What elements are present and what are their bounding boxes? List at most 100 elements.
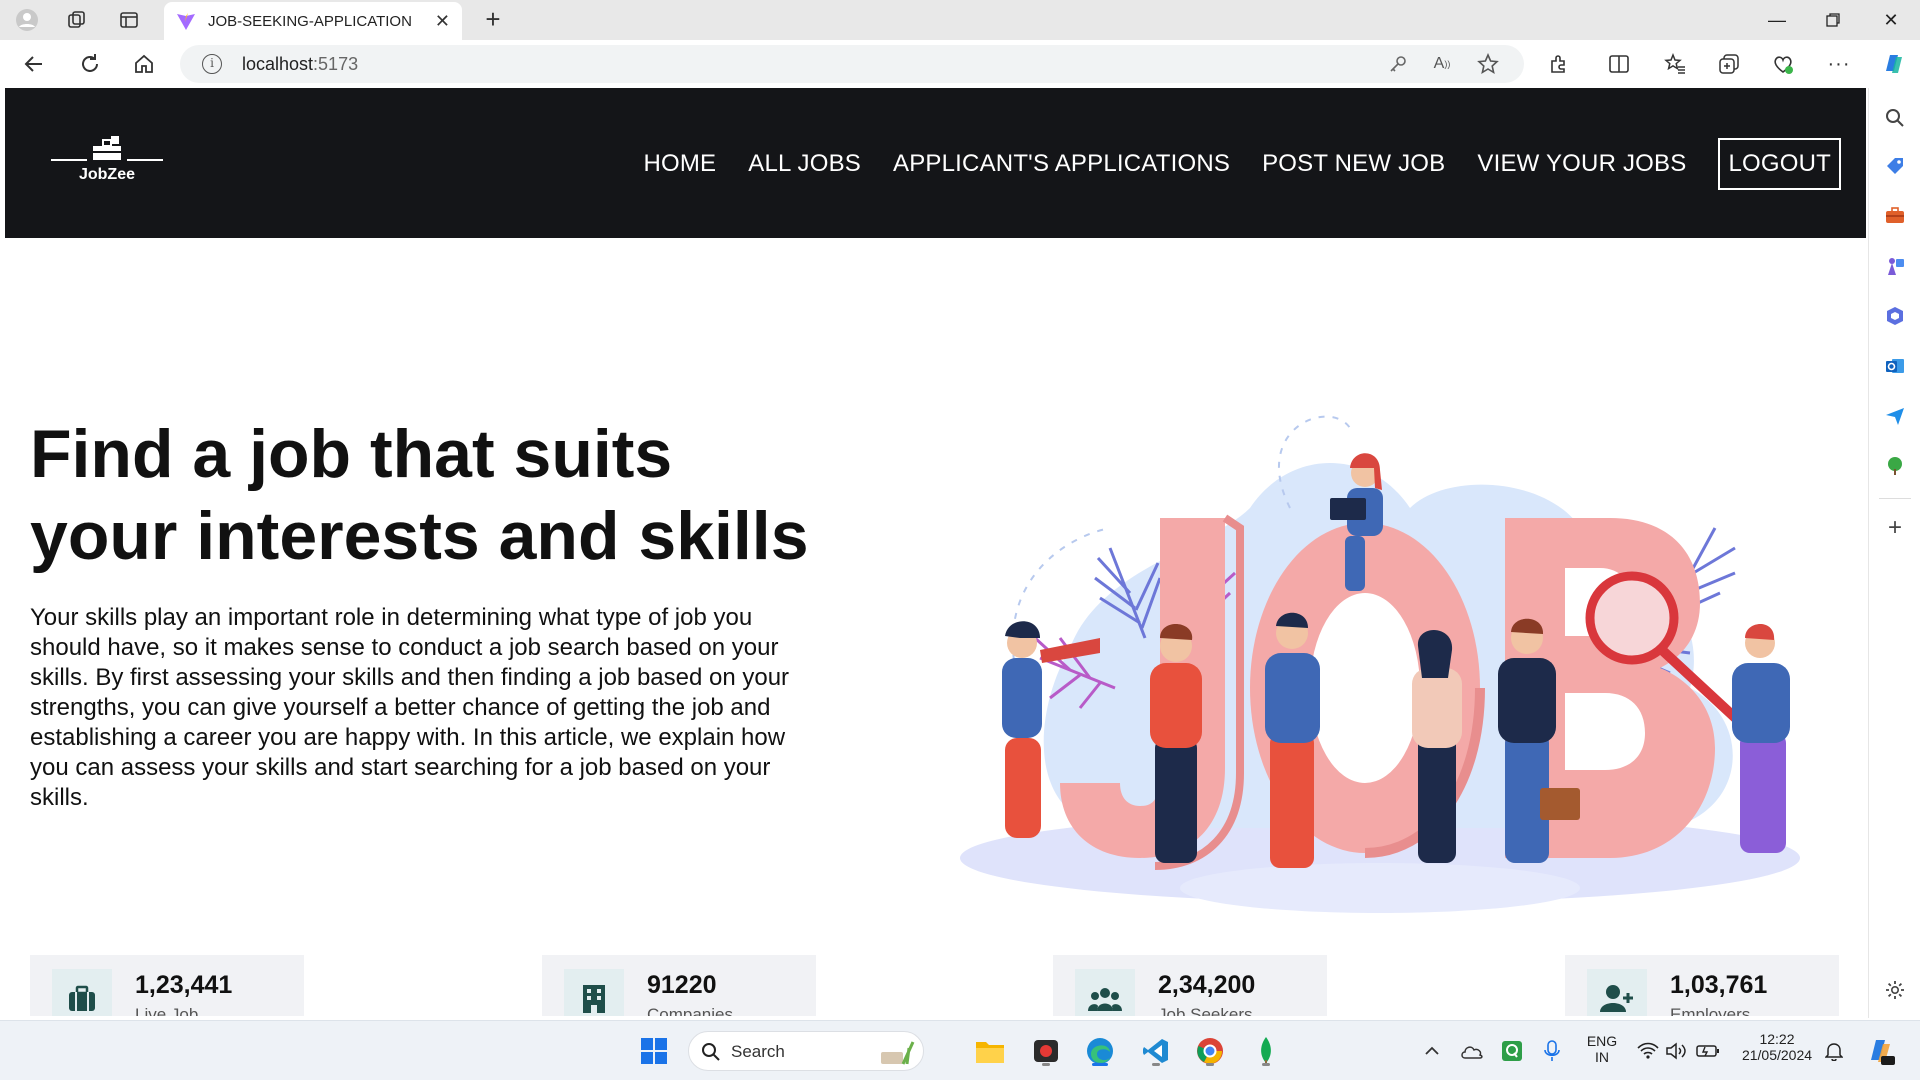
stat-label: Companies — [647, 1005, 733, 1016]
minimize-icon[interactable]: — — [1752, 0, 1802, 40]
browser-essentials-icon[interactable] — [1770, 52, 1796, 76]
onedrive-cloud-icon[interactable] — [1454, 1033, 1490, 1069]
home-icon[interactable] — [126, 48, 162, 80]
nav-link-view-jobs[interactable]: VIEW YOUR JOBS — [1477, 150, 1686, 178]
volume-icon[interactable] — [1658, 1033, 1694, 1069]
stat-value: 91220 — [647, 971, 717, 999]
tab-title: JOB-SEEKING-APPLICATION — [208, 12, 412, 30]
shopping-tag-icon[interactable] — [1883, 154, 1907, 178]
workspaces-icon[interactable] — [62, 6, 92, 34]
hero-title-line2: your interests and skills — [30, 498, 809, 574]
battery-icon[interactable] — [1690, 1033, 1726, 1069]
nav-link-home[interactable]: HOME — [643, 150, 716, 178]
edge-browser-icon[interactable] — [1082, 1033, 1118, 1069]
refresh-icon[interactable] — [72, 48, 108, 80]
jobzee-logo[interactable]: JobZee — [51, 136, 163, 188]
microphone-icon[interactable] — [1534, 1033, 1570, 1069]
stat-card-live-job: 1,23,441 Live Job — [30, 955, 304, 1016]
profile-icon[interactable] — [12, 6, 42, 34]
site-navbar: JobZee HOME ALL JOBS APPLICANT'S APPLICA… — [5, 88, 1866, 238]
split-screen-icon[interactable] — [1606, 52, 1632, 76]
tools-briefcase-icon[interactable] — [1883, 204, 1907, 228]
more-options-icon[interactable]: ··· — [1826, 52, 1852, 76]
file-explorer-icon[interactable] — [972, 1033, 1008, 1069]
hero-title-line1: Find a job that suits — [30, 416, 673, 492]
briefcase-icon — [52, 969, 112, 1016]
address-bar[interactable]: i localhost:5173 A)) — [180, 45, 1524, 83]
read-aloud-icon[interactable]: A)) — [1430, 53, 1454, 75]
microsoft-365-icon[interactable] — [1883, 304, 1907, 328]
search-icon[interactable] — [1883, 106, 1907, 130]
building-icon — [564, 969, 624, 1016]
running-indicator — [1262, 1063, 1270, 1066]
new-tab-icon[interactable]: + — [478, 4, 508, 35]
nav-link-all-jobs[interactable]: ALL JOBS — [748, 150, 861, 178]
running-indicator — [1206, 1063, 1214, 1066]
vite-favicon-icon — [177, 13, 195, 30]
clock[interactable]: 12:22 21/05/2024 — [1734, 1031, 1820, 1063]
stat-card-employers: 1,03,761 Employers — [1565, 955, 1839, 1016]
clock-date: 21/05/2024 — [1741, 1047, 1813, 1063]
show-hidden-icons-chevron-icon[interactable] — [1414, 1033, 1450, 1069]
password-key-icon[interactable] — [1386, 53, 1410, 75]
taskbar-search[interactable]: Search — [688, 1031, 924, 1071]
active-tab[interactable]: JOB-SEEKING-APPLICATION ✕ — [164, 2, 462, 40]
browser-tab-bar: JOB-SEEKING-APPLICATION ✕ + — ✕ — [0, 0, 1920, 40]
hero-title: Find a job that suits your interests and… — [30, 413, 830, 577]
favorites-icon[interactable] — [1662, 52, 1688, 76]
site-info-icon[interactable]: i — [202, 54, 222, 74]
active-indicator — [1092, 1063, 1108, 1066]
edge-sidebar: + — [1868, 88, 1920, 1018]
nav-link-applications[interactable]: APPLICANT'S APPLICATIONS — [893, 150, 1230, 178]
url-text[interactable]: localhost:5173 — [242, 54, 358, 75]
tab-actions-icon[interactable] — [114, 6, 144, 34]
stat-value: 1,23,441 — [135, 971, 233, 999]
games-icon[interactable] — [1883, 254, 1907, 278]
language-indicator[interactable]: ENG IN — [1582, 1033, 1622, 1065]
hero-description: Your skills play an important role in de… — [30, 604, 790, 811]
tree-icon[interactable] — [1883, 454, 1907, 478]
tab-close-icon[interactable]: ✕ — [435, 11, 450, 32]
language-code: ENG — [1586, 1033, 1618, 1049]
running-indicator — [1042, 1063, 1050, 1066]
user-plus-icon — [1587, 969, 1647, 1016]
mongodb-icon[interactable] — [1248, 1033, 1284, 1069]
recorder-app-icon[interactable] — [1028, 1033, 1064, 1069]
running-indicator — [1152, 1063, 1160, 1066]
sidebar-divider — [1879, 498, 1911, 499]
favorite-star-icon[interactable] — [1476, 53, 1500, 75]
chrome-icon[interactable] — [1192, 1033, 1228, 1069]
add-icon[interactable]: + — [1883, 514, 1907, 541]
browser-toolbar: i localhost:5173 A)) ··· — [0, 40, 1920, 88]
restore-icon[interactable] — [1808, 0, 1858, 40]
vscode-icon[interactable] — [1138, 1033, 1174, 1069]
close-window-icon[interactable]: ✕ — [1866, 0, 1916, 40]
job-search-illustration — [960, 415, 1800, 913]
nav-link-post-job[interactable]: POST NEW JOB — [1262, 150, 1445, 178]
search-label: Search — [731, 1042, 785, 1061]
windows-start-icon[interactable] — [636, 1033, 672, 1069]
stat-label: Job Seekers — [1158, 1005, 1253, 1016]
clock-time: 12:22 — [1759, 1031, 1795, 1047]
collections-icon[interactable] — [1716, 52, 1742, 76]
stat-card-job-seekers: 2,34,200 Job Seekers — [1053, 955, 1327, 1016]
send-icon[interactable] — [1883, 404, 1907, 428]
search-highlight-icon — [881, 1041, 915, 1065]
stat-value: 2,34,200 — [1158, 971, 1256, 999]
notification-bell-icon[interactable] — [1816, 1033, 1852, 1069]
users-icon — [1075, 969, 1135, 1016]
copilot-taskbar-icon[interactable] — [1862, 1033, 1898, 1069]
nav-links: HOME ALL JOBS APPLICANT'S APPLICATIONS P… — [643, 138, 1841, 190]
outlook-icon[interactable] — [1883, 354, 1907, 378]
copilot-icon[interactable] — [1880, 52, 1906, 76]
logo-text: JobZee — [78, 166, 135, 183]
logout-button[interactable]: LOGOUT — [1718, 138, 1841, 190]
region-code: IN — [1595, 1049, 1609, 1065]
back-icon[interactable] — [16, 48, 52, 80]
tray-app-green-icon[interactable] — [1494, 1033, 1530, 1069]
web-page: JobZee HOME ALL JOBS APPLICANT'S APPLICA… — [5, 88, 1866, 1016]
windows-taskbar: Search ENG IN 12:22 21/05/2024 — [0, 1020, 1920, 1080]
settings-gear-icon[interactable] — [1883, 978, 1907, 1002]
stat-label: Live Job — [135, 1005, 199, 1016]
extensions-icon[interactable] — [1546, 52, 1572, 76]
